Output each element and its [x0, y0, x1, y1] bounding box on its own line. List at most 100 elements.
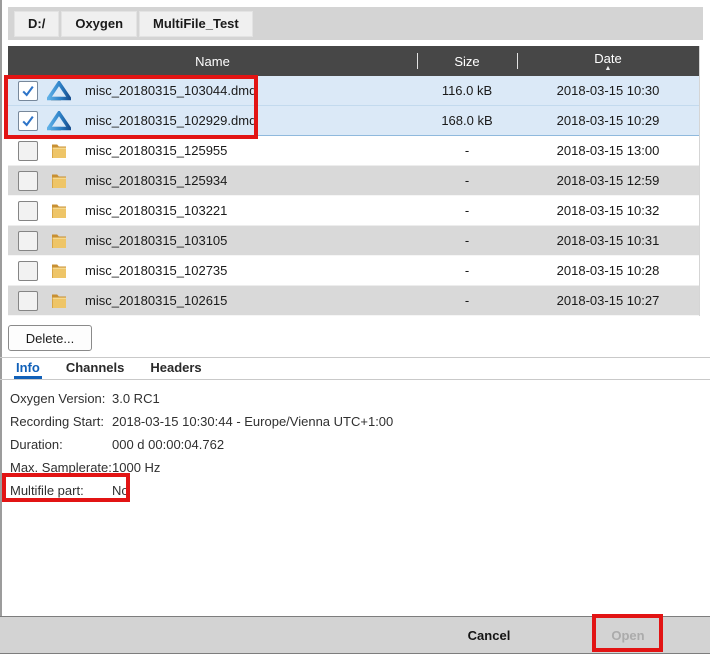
- row-size: 116.0 kB: [417, 83, 517, 98]
- row-name: misc_20180315_102929.dmd: [76, 113, 417, 128]
- row-checkbox[interactable]: [18, 261, 38, 281]
- file-table: Name Size Date ▲: [8, 46, 700, 316]
- tab-bar: Info Channels Headers: [14, 360, 204, 379]
- row-size: -: [417, 173, 517, 188]
- tab-channels[interactable]: Channels: [64, 360, 127, 379]
- row-icon-cell: [42, 141, 76, 161]
- row-size: -: [417, 233, 517, 248]
- row-name: misc_20180315_125934: [76, 173, 417, 188]
- footer-bar: Cancel Open: [0, 616, 710, 654]
- row-icon-cell: [42, 261, 76, 281]
- row-checkbox-cell: [8, 261, 42, 281]
- row-checkbox-cell: [8, 201, 42, 221]
- breadcrumb: D:/OxygenMultiFile_Test: [8, 7, 703, 40]
- table-row[interactable]: misc_20180315_102615 - 2018-03-15 10:27: [8, 286, 699, 316]
- info-panel: Oxygen Version: 3.0 RC1 Recording Start:…: [10, 387, 393, 502]
- row-checkbox[interactable]: [18, 231, 38, 251]
- row-name: misc_20180315_125955: [76, 143, 417, 158]
- row-date: 2018-03-15 10:27: [517, 293, 699, 308]
- column-header-size[interactable]: Size: [417, 54, 517, 69]
- tab-headers[interactable]: Headers: [148, 360, 203, 379]
- checkmark-icon: [21, 85, 35, 97]
- info-field: Duration: 000 d 00:00:04.762: [10, 433, 393, 456]
- row-checkbox-cell: [8, 141, 42, 161]
- row-date: 2018-03-15 10:30: [517, 83, 699, 98]
- info-field: Multifile part: No: [10, 479, 393, 502]
- row-name: misc_20180315_102615: [76, 293, 417, 308]
- table-row[interactable]: misc_20180315_103221 - 2018-03-15 10:32: [8, 196, 699, 226]
- row-icon-cell: [42, 111, 76, 131]
- info-field-value: 2018-03-15 10:30:44 - Europe/Vienna UTC+…: [112, 414, 393, 429]
- info-field-value: No: [112, 483, 129, 498]
- info-field: Max. Samplerate: 1000 Hz: [10, 456, 393, 479]
- file-open-dialog: D:/OxygenMultiFile_Test Name Size Date ▲: [0, 0, 710, 654]
- table-row[interactable]: misc_20180315_102735 - 2018-03-15 10:28: [8, 256, 699, 286]
- column-header-date-label: Date: [594, 53, 621, 65]
- folder-icon: [49, 261, 69, 281]
- row-icon-cell: [42, 231, 76, 251]
- table-row[interactable]: misc_20180315_125955 - 2018-03-15 13:00: [8, 136, 699, 166]
- info-field-label: Multifile part:: [10, 483, 112, 498]
- row-checkbox-cell: [8, 291, 42, 311]
- info-field-label: Recording Start:: [10, 414, 112, 429]
- row-date: 2018-03-15 10:31: [517, 233, 699, 248]
- table-header: Name Size Date ▲: [8, 46, 699, 76]
- info-field: Oxygen Version: 3.0 RC1: [10, 387, 393, 410]
- table-row[interactable]: misc_20180315_125934 - 2018-03-15 12:59: [8, 166, 699, 196]
- row-date: 2018-03-15 10:28: [517, 263, 699, 278]
- row-checkbox[interactable]: [18, 141, 38, 161]
- folder-icon: [49, 201, 69, 221]
- dmd-file-icon: [47, 111, 71, 131]
- info-field-value: 1000 Hz: [112, 460, 160, 475]
- row-checkbox[interactable]: [18, 81, 38, 101]
- tab-info[interactable]: Info: [14, 360, 42, 379]
- separator-line: [0, 357, 710, 358]
- table-row[interactable]: misc_20180315_103044.dmd 116.0 kB 2018-0…: [8, 76, 699, 106]
- row-icon-cell: [42, 171, 76, 191]
- row-date: 2018-03-15 13:00: [517, 143, 699, 158]
- dmd-file-icon: [47, 81, 71, 101]
- cancel-button[interactable]: Cancel: [447, 617, 531, 653]
- separator-line: [0, 379, 710, 380]
- breadcrumb-item-multifile-test[interactable]: MultiFile_Test: [139, 11, 253, 37]
- info-field-label: Max. Samplerate:: [10, 460, 112, 475]
- row-checkbox-cell: [8, 231, 42, 251]
- breadcrumb-item-oxygen[interactable]: Oxygen: [61, 11, 137, 37]
- row-date: 2018-03-15 10:29: [517, 113, 699, 128]
- file-list: misc_20180315_103044.dmd 116.0 kB 2018-0…: [8, 76, 699, 316]
- breadcrumb-item-d-[interactable]: D:/: [14, 11, 59, 37]
- folder-icon: [49, 141, 69, 161]
- row-size: -: [417, 143, 517, 158]
- window-left-edge: [0, 0, 2, 616]
- row-checkbox-cell: [8, 111, 42, 131]
- row-icon-cell: [42, 291, 76, 311]
- row-date: 2018-03-15 10:32: [517, 203, 699, 218]
- table-row[interactable]: misc_20180315_102929.dmd 168.0 kB 2018-0…: [8, 106, 699, 136]
- row-checkbox[interactable]: [18, 111, 38, 131]
- column-header-name[interactable]: Name: [8, 54, 417, 69]
- folder-icon: [49, 231, 69, 251]
- table-row[interactable]: misc_20180315_103105 - 2018-03-15 10:31: [8, 226, 699, 256]
- row-name: misc_20180315_103105: [76, 233, 417, 248]
- row-date: 2018-03-15 12:59: [517, 173, 699, 188]
- checkmark-icon: [21, 115, 35, 127]
- delete-button[interactable]: Delete...: [8, 325, 92, 351]
- row-size: -: [417, 203, 517, 218]
- row-checkbox[interactable]: [18, 291, 38, 311]
- folder-icon: [49, 291, 69, 311]
- info-field-label: Oxygen Version:: [10, 391, 112, 406]
- folder-icon: [49, 171, 69, 191]
- row-size: -: [417, 293, 517, 308]
- row-name: misc_20180315_103044.dmd: [76, 83, 417, 98]
- info-field-value: 3.0 RC1: [112, 391, 160, 406]
- row-name: misc_20180315_103221: [76, 203, 417, 218]
- info-field-value: 000 d 00:00:04.762: [112, 437, 224, 452]
- row-checkbox-cell: [8, 171, 42, 191]
- row-icon-cell: [42, 201, 76, 221]
- row-size: -: [417, 263, 517, 278]
- column-header-date[interactable]: Date ▲: [517, 50, 699, 72]
- open-button[interactable]: Open: [600, 617, 656, 653]
- row-size: 168.0 kB: [417, 113, 517, 128]
- row-checkbox[interactable]: [18, 201, 38, 221]
- row-checkbox[interactable]: [18, 171, 38, 191]
